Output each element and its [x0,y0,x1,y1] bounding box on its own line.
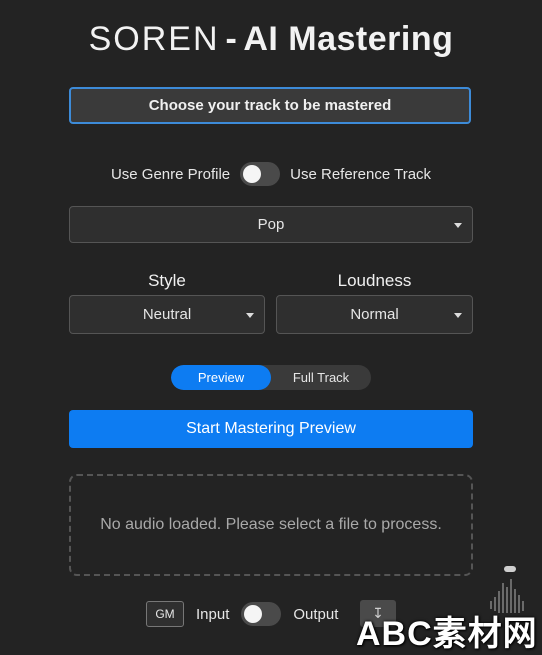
audio-dropzone[interactable]: No audio loaded. Please select a file to… [69,474,473,576]
app-subtitle: AI Mastering [243,20,454,58]
genre-value: Pop [257,216,285,233]
mode-toggle-row: Use Genre Profile Use Reference Track [0,160,542,188]
chevron-down-icon [454,312,462,318]
chevron-down-icon [454,222,462,228]
loudness-select[interactable]: Normal [276,295,473,334]
chevron-down-icon [246,312,254,318]
monitor-controls: GM Input Output [146,600,338,628]
input-output-toggle[interactable] [241,602,282,626]
choose-track-button[interactable]: Choose your track to be mastered [69,87,471,124]
genre-profile-label: Use Genre Profile [110,165,231,183]
toggle-knob [243,165,262,183]
choose-track-label: Choose your track to be mastered [148,97,392,114]
style-select[interactable]: Neutral [69,295,265,334]
style-value: Neutral [142,306,192,323]
start-mastering-label: Start Mastering Preview [186,420,356,437]
reference-track-label: Use Reference Track [290,165,432,183]
full-track-option[interactable]: Full Track [271,365,371,390]
style-label: Style [148,271,186,290]
loudness-value: Normal [350,306,399,323]
input-label: Input [196,605,230,623]
loudness-label: Loudness [337,271,412,290]
brand-name: SOREN [88,20,220,58]
output-label: Output [293,605,339,623]
start-mastering-button[interactable]: Start Mastering Preview [69,410,473,448]
watermark-text: ABC素材网 [356,615,538,653]
gm-label: GM [155,607,175,621]
genre-select[interactable]: Pop [69,206,473,243]
dropzone-message: No audio loaded. Please select a file to… [100,516,442,533]
app-title: SOREN - AI Mastering [0,20,542,59]
toggle-knob [244,605,263,623]
mode-toggle-switch[interactable] [240,162,281,186]
scroll-indicator[interactable] [504,566,516,572]
preview-option[interactable]: Preview [171,365,271,390]
title-separator: - [225,20,238,58]
render-mode-toggle: Preview Full Track [171,365,371,390]
gm-button[interactable]: GM [146,601,184,627]
